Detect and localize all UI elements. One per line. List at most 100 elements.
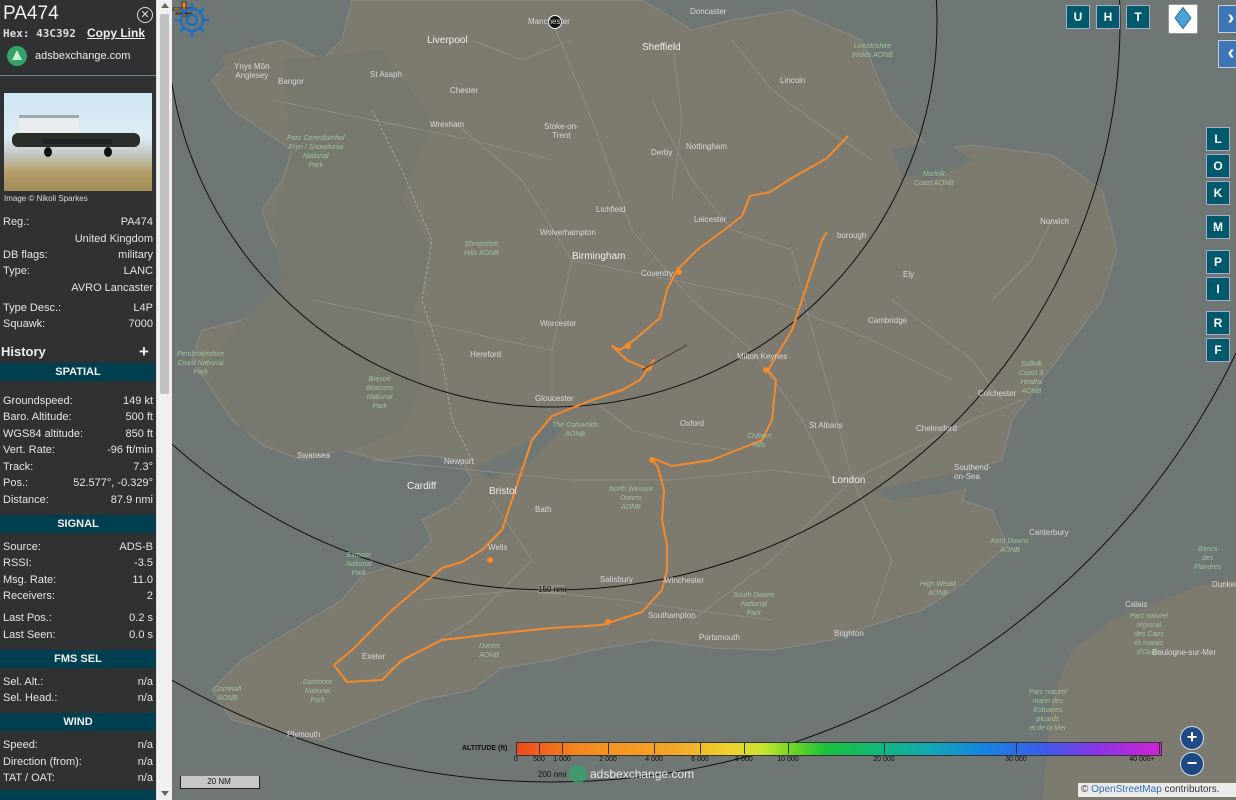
scroll-thumb[interactable] <box>160 14 169 394</box>
city-label: Derby <box>651 148 673 157</box>
legend-label: 0 <box>514 756 518 763</box>
legend-tick <box>562 742 563 754</box>
signal-key: Source: <box>3 541 41 553</box>
legend-tick <box>1016 742 1017 754</box>
scroll-down-icon[interactable] <box>161 791 169 796</box>
spatial-row: Track: 7.3° <box>3 461 153 475</box>
spatial-key: Vert. Rate: <box>3 444 55 456</box>
spatial-value: 7.3° <box>133 461 153 473</box>
city-label: Bristol <box>489 486 517 497</box>
close-icon[interactable]: ✕ <box>137 7 153 23</box>
toggle-t-button[interactable]: T <box>1126 5 1150 29</box>
history-row[interactable]: History + <box>0 341 156 361</box>
park-label: Parc Cenedlaethol Eryri / Snowdonia Nati… <box>287 135 345 169</box>
spatial-value: -96 ft/min <box>107 444 153 456</box>
watermark-text: adsbexchange.com <box>590 767 695 781</box>
park-label: Dorset AONB <box>479 643 500 659</box>
detail-row: AVRO Lancaster <box>3 282 153 296</box>
city-label: Liverpool <box>427 35 468 46</box>
signal-key: Receivers: <box>3 590 55 602</box>
city-label: borough <box>837 231 867 240</box>
range-ring-label: 150 nmi <box>538 585 567 594</box>
wind-key: TAT / OAT: <box>3 772 55 784</box>
city-label: Wolverhampton <box>540 228 596 237</box>
signal-key: Last Pos.: <box>3 612 52 624</box>
track-waypoint <box>487 557 493 563</box>
map[interactable]: Manchester Doncaster Liverpool Sheffield… <box>172 0 1236 800</box>
hex-row: Hex: 43C392 <box>3 27 76 40</box>
park-label: Norfolk Coast AONB <box>914 171 954 187</box>
city-label: Norwich <box>1040 217 1069 226</box>
toggle-m-button[interactable]: M <box>1206 215 1230 239</box>
aircraft-info-panel: PA474 ✕ Hex: 43C392 Copy Link adsbexchan… <box>0 0 156 800</box>
zoom-out-button[interactable]: − <box>1180 752 1204 776</box>
city-label: Colchester <box>978 389 1017 398</box>
wind-value: n/a <box>137 756 153 768</box>
spatial-row: Pos.: 52.577°, -0.329° <box>3 477 153 491</box>
city-label: Southampton <box>648 611 696 620</box>
hex-label: Hex: <box>3 27 30 40</box>
wind-value: n/a <box>137 772 153 784</box>
signal-row: Receivers: 2 <box>3 590 153 604</box>
wind-key: Direction (from): <box>3 756 82 768</box>
plus-icon[interactable]: + <box>139 342 149 362</box>
legend-tick <box>539 742 540 754</box>
adsbexchange-link[interactable]: adsbexchange.com <box>35 50 130 62</box>
zoom-in-button[interactable]: + <box>1180 726 1204 750</box>
toggle-k-button[interactable]: K <box>1206 181 1230 205</box>
signal-key: Last Seen: <box>3 629 56 641</box>
signal-row: Last Pos.: 0.2 s <box>3 612 153 626</box>
legend-label: 1 000 <box>553 756 571 763</box>
layers-icon[interactable] <box>1168 4 1198 34</box>
city-label: Wrexham <box>430 120 465 129</box>
fms-value: n/a <box>137 676 153 688</box>
spatial-row: Distance: 87.9 nmi <box>3 494 153 508</box>
chevron-left-icon[interactable]: ‹ <box>1218 40 1236 68</box>
spatial-value: 52.577°, -0.329° <box>73 477 153 489</box>
toggle-f-button[interactable]: F <box>1206 338 1230 362</box>
city-label: Ynys Môn Anglesey <box>234 62 270 80</box>
city-label: Manchester <box>528 17 570 26</box>
legend-title: ALTITUDE (ft) <box>462 745 508 752</box>
history-title: History <box>1 344 46 359</box>
city-label: Bath <box>535 505 552 514</box>
scroll-up-icon[interactable] <box>161 3 169 8</box>
signal-value: 11.0 <box>132 574 153 586</box>
photo-wing <box>42 139 112 144</box>
city-label: Swansea <box>297 451 330 460</box>
gear-icon[interactable] <box>172 0 212 40</box>
toggle-i-button[interactable]: I <box>1206 277 1230 301</box>
map-attribution: © OpenStreetMap contributors. <box>1078 783 1236 797</box>
toggle-u-button[interactable]: U <box>1066 5 1090 29</box>
toggle-r-button[interactable]: R <box>1206 311 1230 335</box>
city-label: Chester <box>450 86 479 95</box>
signal-value: ADS-B <box>119 541 153 553</box>
toggle-l-button[interactable]: L <box>1206 127 1230 151</box>
legend-ticks <box>516 742 1160 754</box>
spatial-row: WGS84 altitude: 850 ft <box>3 428 153 442</box>
toggle-o-button[interactable]: O <box>1206 154 1230 178</box>
legend-label: 6 000 <box>691 756 709 763</box>
aircraft-photo[interactable] <box>4 93 152 191</box>
legend-tick <box>516 742 517 754</box>
legend-tick <box>1159 742 1160 754</box>
legend-label: 30 000 <box>1005 756 1027 763</box>
legend-label: 20 000 <box>873 756 895 763</box>
chevron-right-icon[interactable]: › <box>1218 5 1236 33</box>
park-label: Bancs des Flandres <box>1194 546 1222 571</box>
city-label: Plymouth <box>287 730 321 739</box>
wind-value: n/a <box>137 739 153 751</box>
detail-key: Type: <box>3 265 30 277</box>
sidebar-scrollbar[interactable] <box>156 0 173 800</box>
toggle-h-button[interactable]: H <box>1096 5 1120 29</box>
park-label: High Weald AONB <box>920 581 957 597</box>
track-waypoint <box>676 269 682 275</box>
adsbexchange-logo-icon[interactable] <box>7 46 27 66</box>
openstreetmap-link[interactable]: OpenStreetMap <box>1091 784 1162 795</box>
copy-link[interactable]: Copy Link <box>87 26 145 40</box>
hex-value: 43C392 <box>36 27 76 40</box>
toggle-p-button[interactable]: P <box>1206 250 1230 274</box>
signal-row: RSSI: -3.5 <box>3 557 153 571</box>
detail-value: L4P <box>133 302 153 314</box>
legend-label: 4 000 <box>645 756 663 763</box>
